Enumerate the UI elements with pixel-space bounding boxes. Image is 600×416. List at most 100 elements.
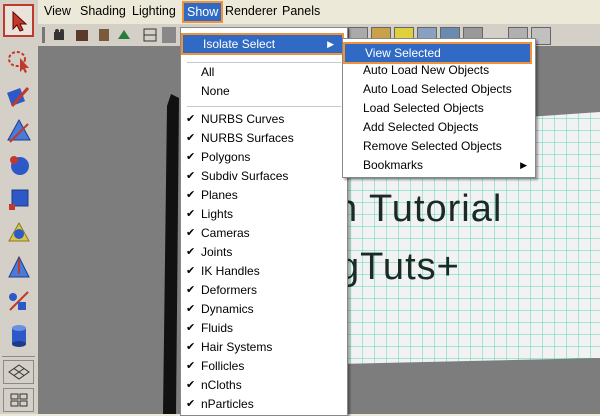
panel-menu-bar: View Shading Lighting Show Renderer Pane… [38, 0, 600, 25]
rotate-icon [9, 155, 29, 175]
four-view-icon [10, 393, 27, 407]
checkmark-icon: ✔ [186, 303, 196, 315]
show-manipulator-icon [8, 290, 29, 311]
move-icon [6, 118, 31, 143]
isolate-item-bookmarks[interactable]: Bookmarks ▶ [343, 156, 535, 175]
black-edge-shape [163, 94, 179, 414]
show-item-ncloths[interactable]: ✔ nCloths [181, 376, 347, 395]
show-item-nurbs-surfaces[interactable]: ✔ NURBS Surfaces [181, 129, 347, 148]
isolate-item-label: View Selected [365, 46, 441, 60]
scale-tool-button[interactable] [3, 182, 34, 215]
soft-modify-icon [7, 255, 30, 277]
menu-lighting[interactable]: Lighting [132, 4, 176, 18]
checkmark-icon: ✔ [186, 151, 196, 163]
camera-icon[interactable] [52, 27, 68, 43]
checkmark-icon: ✔ [186, 284, 196, 296]
viewport-text-line2: gTuts+ [338, 246, 460, 288]
menu-panels[interactable]: Panels [282, 4, 320, 18]
show-none-item[interactable]: None [181, 82, 347, 101]
wireframe-icon[interactable] [142, 27, 158, 43]
show-item-label: Planes [201, 188, 238, 202]
show-item-fluids[interactable]: ✔ Fluids [181, 319, 347, 338]
toolbar-grip [42, 27, 45, 43]
checkmark-icon: ✔ [186, 341, 196, 353]
show-item-ik-handles[interactable]: ✔ IK Handles [181, 262, 347, 281]
show-manip-button[interactable] [3, 284, 34, 317]
checkmark-icon: ✔ [186, 379, 196, 391]
grid-layout-icon [7, 364, 30, 380]
select-tool-button[interactable] [3, 4, 34, 37]
menu-renderer[interactable]: Renderer [225, 4, 277, 18]
isolate-item-load-selected-objects[interactable]: Load Selected Objects [343, 99, 535, 118]
show-all-label: All [201, 65, 215, 79]
rotate-tool-button[interactable] [3, 148, 34, 181]
submenu-arrow-icon: ▶ [520, 160, 527, 170]
show-item-label: Deformers [201, 283, 258, 297]
show-item-deformers[interactable]: ✔ Deformers [181, 281, 347, 300]
lasso-icon [7, 50, 29, 73]
show-item-label: Lights [201, 207, 234, 221]
manipulator-icon [7, 221, 30, 241]
show-item-nurbs-curves[interactable]: ✔ NURBS Curves [181, 110, 347, 129]
show-none-label: None [201, 84, 230, 98]
show-item-label: IK Handles [201, 264, 260, 278]
layout-four-button[interactable] [3, 388, 34, 412]
checkmark-icon: ✔ [186, 113, 196, 125]
show-item-cameras[interactable]: ✔ Cameras [181, 224, 347, 243]
paint-brush-icon [6, 86, 29, 107]
show-item-subdiv-surfaces[interactable]: ✔ Subdiv Surfaces [181, 167, 347, 186]
isolate-select-submenu: View Selected Auto Load New Objects Auto L… [342, 38, 536, 178]
show-item-label: Polygons [201, 150, 251, 164]
isolate-select-item[interactable]: Isolate Select ▶ [181, 33, 344, 55]
isolate-item-auto-load-new-objects[interactable]: Auto Load New Objects [343, 61, 535, 80]
show-item-label: Joints [201, 245, 233, 259]
show-item-label: Fluids [201, 321, 234, 335]
isolate-item-add-selected-objects[interactable]: Add Selected Objects [343, 118, 535, 137]
show-item-nparticles[interactable]: ✔ nParticles [181, 395, 347, 414]
show-item-lights[interactable]: ✔ Lights [181, 205, 347, 224]
camera-attributes-icon[interactable] [74, 27, 90, 43]
menu-show[interactable]: Show [182, 1, 224, 23]
show-all-item[interactable]: All [181, 63, 347, 82]
image-plane-icon[interactable] [116, 27, 132, 43]
menu-view[interactable]: View [44, 4, 71, 18]
lasso-tool-button[interactable] [3, 44, 34, 77]
isolate-item-label: Auto Load Selected Objects [363, 82, 512, 96]
universal-manip-button[interactable] [3, 216, 34, 249]
menu-shading[interactable]: Shading [80, 4, 126, 18]
grid-toggle-icon[interactable] [162, 27, 176, 43]
move-tool-button[interactable] [3, 114, 34, 147]
isolate-item-label: Load Selected Objects [363, 101, 484, 115]
show-item-label: Dynamics [201, 302, 254, 316]
last-tool-button[interactable] [3, 318, 34, 351]
show-item-label: Subdiv Surfaces [201, 169, 289, 183]
show-item-dynamics[interactable]: ✔ Dynamics [181, 300, 347, 319]
checkmark-icon: ✔ [186, 360, 196, 372]
show-item-label: Cameras [201, 226, 250, 240]
soft-mod-button[interactable] [3, 250, 34, 283]
checkmark-icon: ✔ [186, 398, 196, 410]
arrow-cursor-icon [12, 10, 27, 32]
show-item-follicles[interactable]: ✔ Follicles [181, 357, 347, 376]
scale-icon [8, 189, 28, 210]
isolate-item-label: Auto Load New Objects [363, 63, 490, 77]
checkmark-icon: ✔ [186, 246, 196, 258]
isolate-item-remove-selected-objects[interactable]: Remove Selected Objects [343, 137, 535, 156]
paint-select-tool-button[interactable] [3, 80, 34, 113]
show-item-label: NURBS Curves [201, 112, 285, 126]
isolate-item-label: Remove Selected Objects [363, 139, 502, 153]
bookmark-icon[interactable] [96, 27, 112, 43]
checkmark-icon: ✔ [186, 265, 196, 277]
show-item-label: nCloths [201, 378, 242, 392]
layout-single-button[interactable] [3, 360, 34, 384]
menu-divider [187, 106, 341, 107]
show-item-polygons[interactable]: ✔ Polygons [181, 148, 347, 167]
isolate-item-auto-load-selected-objects[interactable]: Auto Load Selected Objects [343, 80, 535, 99]
show-item-hair-systems[interactable]: ✔ Hair Systems [181, 338, 347, 357]
show-item-planes[interactable]: ✔ Planes [181, 186, 347, 205]
show-item-joints[interactable]: ✔ Joints [181, 243, 347, 262]
checkmark-icon: ✔ [186, 189, 196, 201]
show-item-label: Hair Systems [201, 340, 273, 354]
isolate-item-label: Bookmarks [363, 158, 424, 172]
submenu-arrow-icon: ▶ [327, 39, 334, 49]
